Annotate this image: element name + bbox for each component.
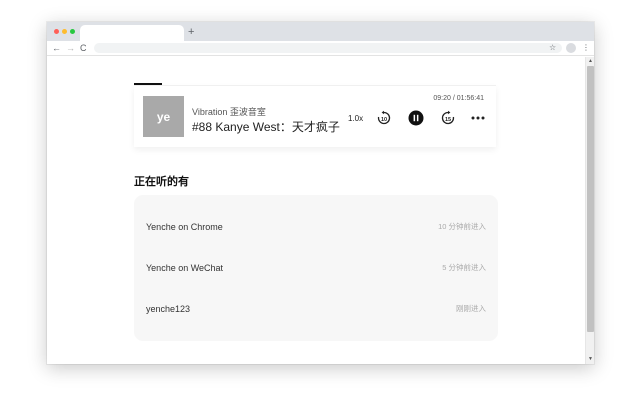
listener-name: Yenche on Chrome [146, 222, 223, 232]
browser-toolbar: ← → C ☆ ⋮ [47, 41, 594, 56]
listener-join-time: 5 分钟前进入 [442, 263, 486, 272]
forward-15-icon[interactable]: 15 [440, 110, 456, 126]
listeners-panel: Yenche on Chrome 10 分钟前进入 Yenche on WeCh… [134, 195, 498, 341]
maximize-window-button[interactable] [70, 29, 75, 34]
new-tab-button[interactable]: + [188, 25, 194, 39]
tab-bar: + [47, 22, 594, 41]
episode-title: #88 Kanye West：天才疯子 [192, 120, 340, 134]
browser-window: + ← → C ☆ ⋮ ▲ ▼ ye Vibration 歪波音室 #88 Ka… [47, 22, 594, 364]
minimize-window-button[interactable] [62, 29, 67, 34]
back-button[interactable]: ← [52, 42, 61, 54]
rewind-10-icon[interactable]: 10 [376, 110, 392, 126]
scroll-up-arrow-icon[interactable]: ▲ [587, 58, 594, 65]
close-window-button[interactable] [54, 29, 59, 34]
listener-name: Yenche on WeChat [146, 263, 224, 273]
reload-button[interactable]: C [80, 42, 87, 54]
listener-join-time: 10 分钟前进入 [438, 222, 486, 231]
speed-button[interactable]: 1.0x [348, 114, 363, 123]
podcast-cover: ye [143, 96, 184, 137]
audio-player: ye Vibration 歪波音室 #88 Kanye West：天才疯子 09… [134, 85, 496, 147]
listener-row: Yenche on Chrome 10 分钟前进入 [134, 207, 498, 247]
page-scrollbar[interactable]: ▲ ▼ [585, 57, 594, 364]
more-icon[interactable] [470, 110, 486, 126]
listener-row: Yenche on WeChat 5 分钟前进入 [134, 248, 498, 288]
listener-name: yenche123 [146, 304, 191, 314]
pause-icon[interactable] [408, 110, 424, 126]
bookmark-star-icon[interactable]: ☆ [549, 42, 556, 54]
address-bar[interactable] [94, 43, 562, 53]
scrollbar-thumb[interactable] [587, 66, 594, 332]
browser-tab[interactable] [80, 25, 184, 41]
listeners-section-title: 正在听的有 [134, 176, 189, 188]
podcast-name: Vibration 歪波音室 [192, 107, 266, 117]
profile-avatar[interactable] [566, 43, 576, 53]
listener-row: yenche123 刚刚进入 [134, 289, 498, 329]
browser-menu-icon[interactable]: ⋮ [582, 42, 590, 54]
playback-time: 09:20 / 01:56:41 [433, 95, 484, 102]
listener-join-time: 刚刚进入 [456, 304, 486, 313]
svg-text:10: 10 [381, 117, 387, 123]
svg-text:15: 15 [445, 117, 451, 123]
forward-button[interactable]: → [66, 42, 75, 54]
scroll-down-arrow-icon[interactable]: ▼ [587, 356, 594, 363]
